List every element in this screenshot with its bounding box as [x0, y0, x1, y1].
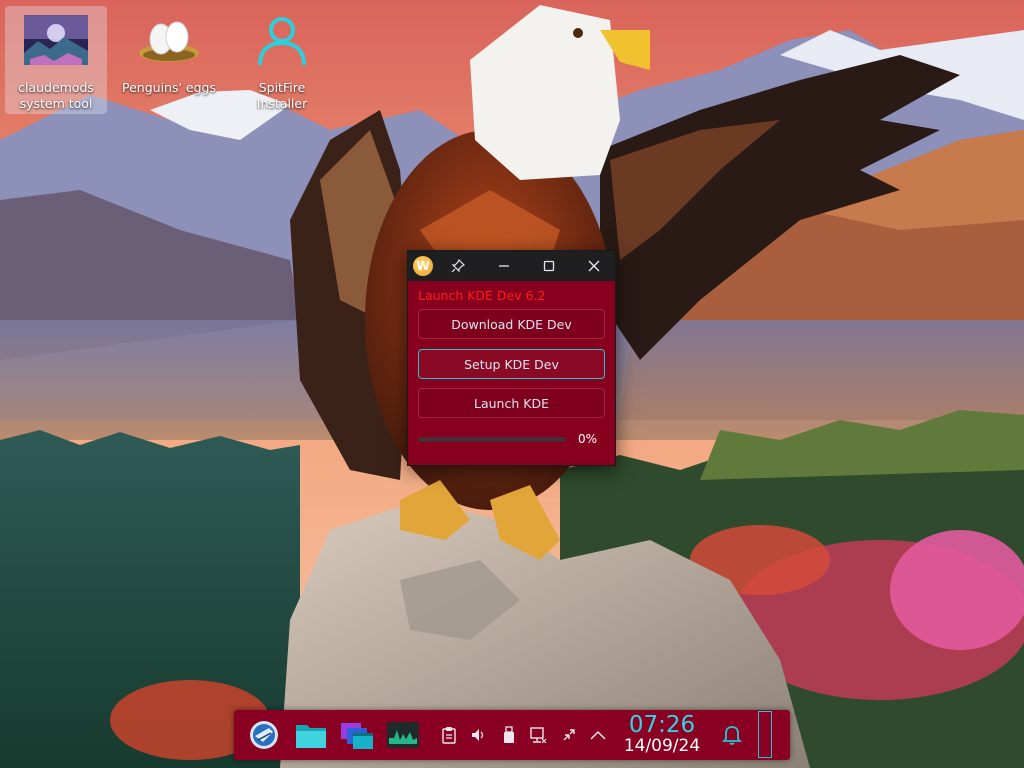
window-switcher-icon[interactable]	[340, 719, 374, 751]
usb-drive-icon[interactable]	[500, 725, 518, 745]
system-monitor-icon[interactable]	[386, 720, 420, 750]
download-kde-dev-button[interactable]: Download KDE Dev	[418, 309, 605, 339]
updates-icon[interactable]	[560, 725, 578, 745]
progress-row: 0%	[418, 432, 605, 446]
network-icon[interactable]	[528, 725, 548, 745]
progress-bar	[418, 436, 566, 442]
clipboard-icon[interactable]	[440, 725, 458, 745]
progress-percent: 0%	[578, 432, 598, 446]
tray-expand-icon[interactable]	[588, 725, 608, 745]
launch-kde-button[interactable]: Launch KDE	[418, 388, 605, 418]
app-logo-icon: W	[413, 256, 433, 276]
desktop-icon-penguins-eggs[interactable]: Penguins' eggs	[118, 6, 220, 114]
setup-kde-dev-button[interactable]: Setup KDE Dev	[418, 349, 605, 379]
clock-date[interactable]: 14/09/24	[617, 736, 707, 756]
window-heading: Launch KDE Dev 6.2	[418, 288, 546, 303]
landscape-thumbnail-icon	[24, 10, 88, 70]
app-launcher-icon[interactable]	[248, 719, 280, 751]
desktop-icon-spitfire-installer[interactable]: SpitFire Installer	[231, 6, 333, 114]
desktop-icon-label: claudemods system tool	[18, 80, 94, 112]
maximize-icon[interactable]	[539, 256, 559, 276]
desktop-icon-label: Penguins' eggs	[122, 80, 216, 95]
show-desktop-button[interactable]	[758, 711, 772, 758]
window-content: Launch KDE Dev 6.2 Download KDE Dev Setu…	[408, 281, 615, 446]
user-outline-icon	[250, 10, 314, 70]
kde-dev-window: W Launch KDE Dev 6.2 Download KDE Dev Se…	[407, 250, 616, 466]
minimize-icon[interactable]	[494, 256, 514, 276]
clock-time[interactable]: 07:26	[626, 712, 698, 738]
close-icon[interactable]	[584, 256, 604, 276]
notifications-bell-icon[interactable]	[720, 722, 744, 748]
eggs-nest-icon	[137, 10, 201, 70]
desktop-icon-claudemods[interactable]: claudemods system tool	[5, 6, 107, 114]
window-titlebar[interactable]: W	[408, 251, 615, 281]
pin-icon[interactable]	[448, 256, 468, 276]
file-manager-icon[interactable]	[294, 719, 328, 751]
volume-icon[interactable]	[470, 725, 488, 745]
taskbar-panel: 07:26 14/09/24	[234, 710, 790, 760]
desktop-icon-label: SpitFire Installer	[256, 80, 308, 112]
